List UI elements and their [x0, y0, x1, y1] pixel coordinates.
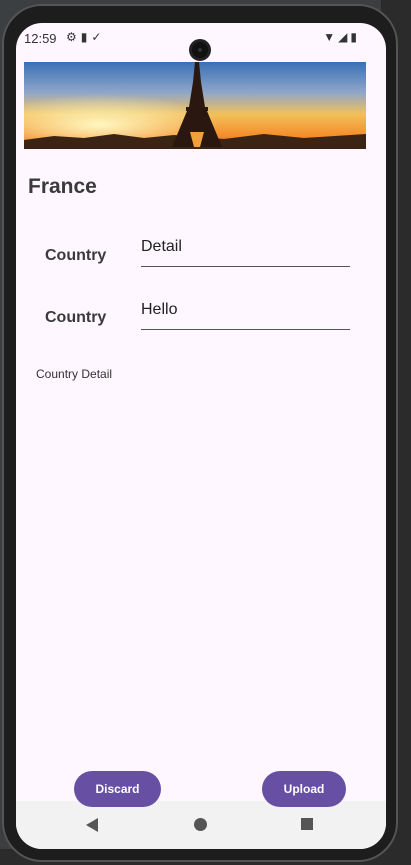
upload-button[interactable]: Upload	[262, 771, 346, 807]
page-title: France	[28, 175, 97, 198]
status-icons-left: ⚙▮✓	[66, 30, 105, 44]
gear-icon: ⚙	[66, 30, 81, 44]
signal-icon: ◢	[338, 30, 351, 44]
banner-image	[24, 62, 366, 149]
sd-card-icon: ▮	[80, 30, 92, 44]
battery-icon: ▮	[350, 30, 360, 44]
recents-icon[interactable]	[301, 818, 313, 830]
eiffel-tower-banner	[24, 62, 366, 149]
phone-frame: 12:59 ⚙▮✓ ▼◢▮ France Country Detail Coun…	[2, 4, 398, 862]
back-icon[interactable]	[86, 818, 98, 832]
wifi-icon: ▼	[323, 30, 339, 44]
country-detail-text: Country Detail	[36, 367, 113, 381]
system-nav-bar	[16, 801, 386, 849]
device-screen: 12:59 ⚙▮✓ ▼◢▮ France Country Detail Coun…	[16, 23, 386, 849]
country-hello-input[interactable]	[141, 296, 350, 329]
country-label-1: Country	[45, 247, 107, 264]
country-detail-input[interactable]	[141, 233, 350, 266]
status-icons-right: ▼◢▮	[323, 30, 360, 44]
country-hello-field[interactable]	[141, 296, 350, 330]
download-done-icon: ✓	[91, 30, 106, 44]
home-icon[interactable]	[194, 818, 207, 831]
status-time: 12:59	[24, 31, 57, 46]
discard-button[interactable]: Discard	[74, 771, 161, 807]
country-detail-field[interactable]	[141, 233, 350, 267]
country-label-2: Country	[45, 309, 107, 326]
front-camera	[189, 39, 211, 61]
